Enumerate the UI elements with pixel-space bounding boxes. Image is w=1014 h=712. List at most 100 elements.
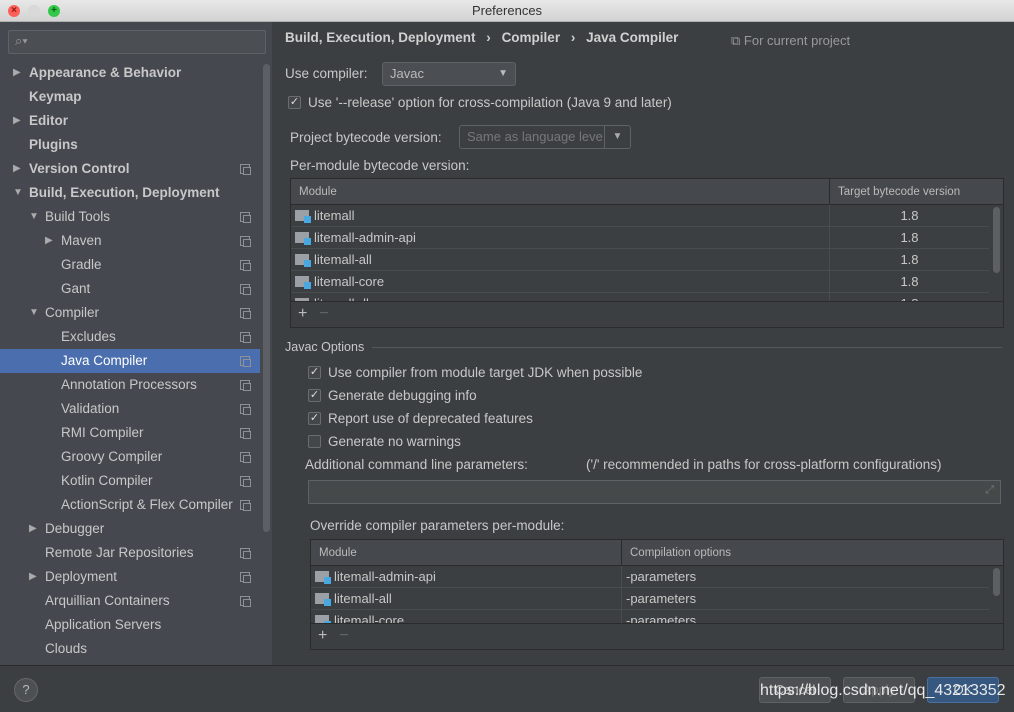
table-row[interactable]: litemall 1.8 bbox=[291, 205, 989, 227]
breadcrumb-item[interactable]: Build, Execution, Deployment bbox=[285, 30, 476, 45]
add-button[interactable]: + bbox=[318, 627, 327, 644]
help-button[interactable]: ? bbox=[14, 678, 38, 702]
chevron-right-icon[interactable]: ▶ bbox=[13, 157, 21, 181]
sidebar-item-label: Keymap bbox=[29, 89, 82, 104]
option-checkbox[interactable]: ✓ bbox=[308, 366, 321, 379]
sidebar-item[interactable]: ▶ Maven bbox=[0, 229, 260, 253]
table-row[interactable]: litemall-db1.8 bbox=[291, 293, 989, 301]
sidebar-item[interactable]: Java Compiler bbox=[0, 349, 260, 373]
search-icon: ⌕▾ bbox=[15, 33, 28, 48]
chevron-down-icon[interactable]: ▼ bbox=[13, 181, 23, 205]
sidebar-item-label: Version Control bbox=[29, 161, 130, 176]
additional-params-hint: ('/' recommended in paths for cross-plat… bbox=[586, 457, 942, 472]
chevron-right-icon[interactable]: ▶ bbox=[13, 61, 21, 85]
sidebar-item[interactable]: ActionScript & Flex Compiler bbox=[0, 493, 260, 517]
sidebar-item-label: Gant bbox=[61, 281, 91, 296]
close-icon[interactable]: × bbox=[8, 5, 20, 17]
chevron-right-icon[interactable]: ▶ bbox=[29, 517, 37, 541]
chevron-right-icon[interactable]: ▶ bbox=[45, 229, 53, 253]
compiler-select[interactable]: Javac ▼ bbox=[382, 62, 516, 86]
sidebar-item[interactable]: Clouds bbox=[0, 637, 260, 661]
sidebar-scrollbar[interactable] bbox=[263, 64, 270, 532]
table-row[interactable]: litemall-admin-api -parameters bbox=[311, 566, 989, 588]
chevron-right-icon[interactable]: ▶ bbox=[29, 565, 37, 589]
additional-params-input[interactable]: ⤢ bbox=[308, 480, 1001, 504]
sidebar-item[interactable]: ▼ Compiler bbox=[0, 301, 260, 325]
sidebar-item[interactable]: Remote Jar Repositories bbox=[0, 541, 260, 565]
chevron-down-icon: ▼ bbox=[498, 68, 508, 79]
option-checkbox[interactable]: ✓ bbox=[308, 412, 321, 425]
divider bbox=[0, 665, 1014, 666]
chevron-down-icon[interactable]: ▼ bbox=[29, 301, 39, 325]
breadcrumb-item: Java Compiler bbox=[586, 30, 679, 45]
project-bytecode-select[interactable]: Same as language level ▼ bbox=[459, 125, 631, 149]
project-scope-icon bbox=[240, 332, 251, 343]
module-folder-icon bbox=[295, 232, 311, 245]
sidebar-item-label: Remote Jar Repositories bbox=[45, 545, 194, 560]
option-checkbox[interactable]: ✓ bbox=[308, 389, 321, 402]
release-option-checkbox[interactable]: ✓ bbox=[288, 96, 301, 109]
zoom-icon[interactable]: + bbox=[48, 5, 60, 17]
sidebar-item[interactable]: Excludes bbox=[0, 325, 260, 349]
sidebar-item[interactable]: Annotation Processors bbox=[0, 373, 260, 397]
sidebar-item-label: Application Servers bbox=[45, 617, 162, 632]
sidebar-item[interactable]: ▶ Appearance & Behavior bbox=[0, 61, 260, 85]
sidebar-item-label: Build, Execution, Deployment bbox=[29, 185, 220, 200]
breadcrumb: Build, Execution, Deployment › Compiler … bbox=[285, 30, 679, 45]
project-scope-icon bbox=[240, 380, 251, 391]
table-row[interactable]: litemall-all -parameters bbox=[311, 588, 989, 610]
additional-params-label: Additional command line parameters: bbox=[305, 457, 528, 472]
sidebar-item[interactable]: RMI Compiler bbox=[0, 421, 260, 445]
chevron-right-icon[interactable]: ▶ bbox=[13, 109, 21, 133]
table-row[interactable]: litemall-admin-api 1.8 bbox=[291, 227, 989, 249]
option-checkbox[interactable] bbox=[308, 435, 321, 448]
add-button[interactable]: + bbox=[298, 305, 307, 322]
sidebar-item-label: Deployment bbox=[45, 569, 118, 584]
project-scope-icon bbox=[240, 260, 251, 271]
sidebar-item[interactable]: Arquillian Containers bbox=[0, 589, 260, 613]
sidebar-item[interactable]: ▶ Editor bbox=[0, 109, 260, 133]
sidebar-item-label: Validation bbox=[61, 401, 120, 416]
sidebar-item-label: Gradle bbox=[61, 257, 102, 272]
sidebar-item[interactable]: ▼ Build Tools bbox=[0, 205, 260, 229]
sidebar-item-label: Build Tools bbox=[45, 209, 111, 224]
sidebar-item[interactable]: Application Servers bbox=[0, 613, 260, 637]
override-label: Override compiler parameters per-module: bbox=[310, 518, 565, 533]
table-row[interactable]: litemall-all 1.8 bbox=[291, 249, 989, 271]
search-input[interactable]: ⌕▾ bbox=[8, 30, 266, 54]
override-table: Module Compilation options litemall-admi… bbox=[310, 539, 1004, 650]
option-label: Report use of deprecated features bbox=[328, 411, 533, 426]
project-scope-icon bbox=[240, 164, 251, 175]
remove-button[interactable]: − bbox=[339, 627, 348, 644]
sidebar-item[interactable]: Kotlin Compiler bbox=[0, 469, 260, 493]
table-row[interactable]: litemall-core 1.8 bbox=[291, 271, 989, 293]
table-scrollbar[interactable] bbox=[993, 207, 1000, 273]
sidebar-item[interactable]: Gant bbox=[0, 277, 260, 301]
sidebar-item[interactable]: ▶ Debugger bbox=[0, 517, 260, 541]
project-scope-icon bbox=[240, 356, 251, 367]
sidebar-item-label: Excludes bbox=[61, 329, 116, 344]
module-folder-icon bbox=[295, 254, 311, 267]
per-module-label: Per-module bytecode version: bbox=[290, 158, 470, 173]
table-row[interactable]: litemall-core -parameters bbox=[311, 610, 989, 624]
release-option-label: Use '--release' option for cross-compila… bbox=[308, 95, 672, 110]
remove-button[interactable]: − bbox=[319, 305, 328, 322]
sidebar-item-label: ActionScript & Flex Compiler bbox=[61, 497, 233, 512]
table-scrollbar[interactable] bbox=[993, 568, 1000, 596]
project-scope-icon bbox=[240, 236, 251, 247]
sidebar-item[interactable]: Groovy Compiler bbox=[0, 445, 260, 469]
option-label: Generate debugging info bbox=[328, 388, 477, 403]
sidebar-item[interactable]: Gradle bbox=[0, 253, 260, 277]
copy-icon: ⧉ bbox=[731, 33, 744, 48]
sidebar-item[interactable]: Validation bbox=[0, 397, 260, 421]
expand-icon[interactable]: ⤢ bbox=[985, 484, 994, 497]
project-scope-icon bbox=[240, 428, 251, 439]
bytecode-table: Module Target bytecode version litemall 1… bbox=[290, 178, 1004, 328]
breadcrumb-item[interactable]: Compiler bbox=[502, 30, 561, 45]
sidebar-item[interactable]: ▶ Deployment bbox=[0, 565, 260, 589]
sidebar-item[interactable]: Keymap bbox=[0, 85, 260, 109]
sidebar-item[interactable]: ▶ Version Control bbox=[0, 157, 260, 181]
chevron-down-icon[interactable]: ▼ bbox=[29, 205, 39, 229]
sidebar-item[interactable]: ▼ Build, Execution, Deployment bbox=[0, 181, 260, 205]
sidebar-item[interactable]: Plugins bbox=[0, 133, 260, 157]
